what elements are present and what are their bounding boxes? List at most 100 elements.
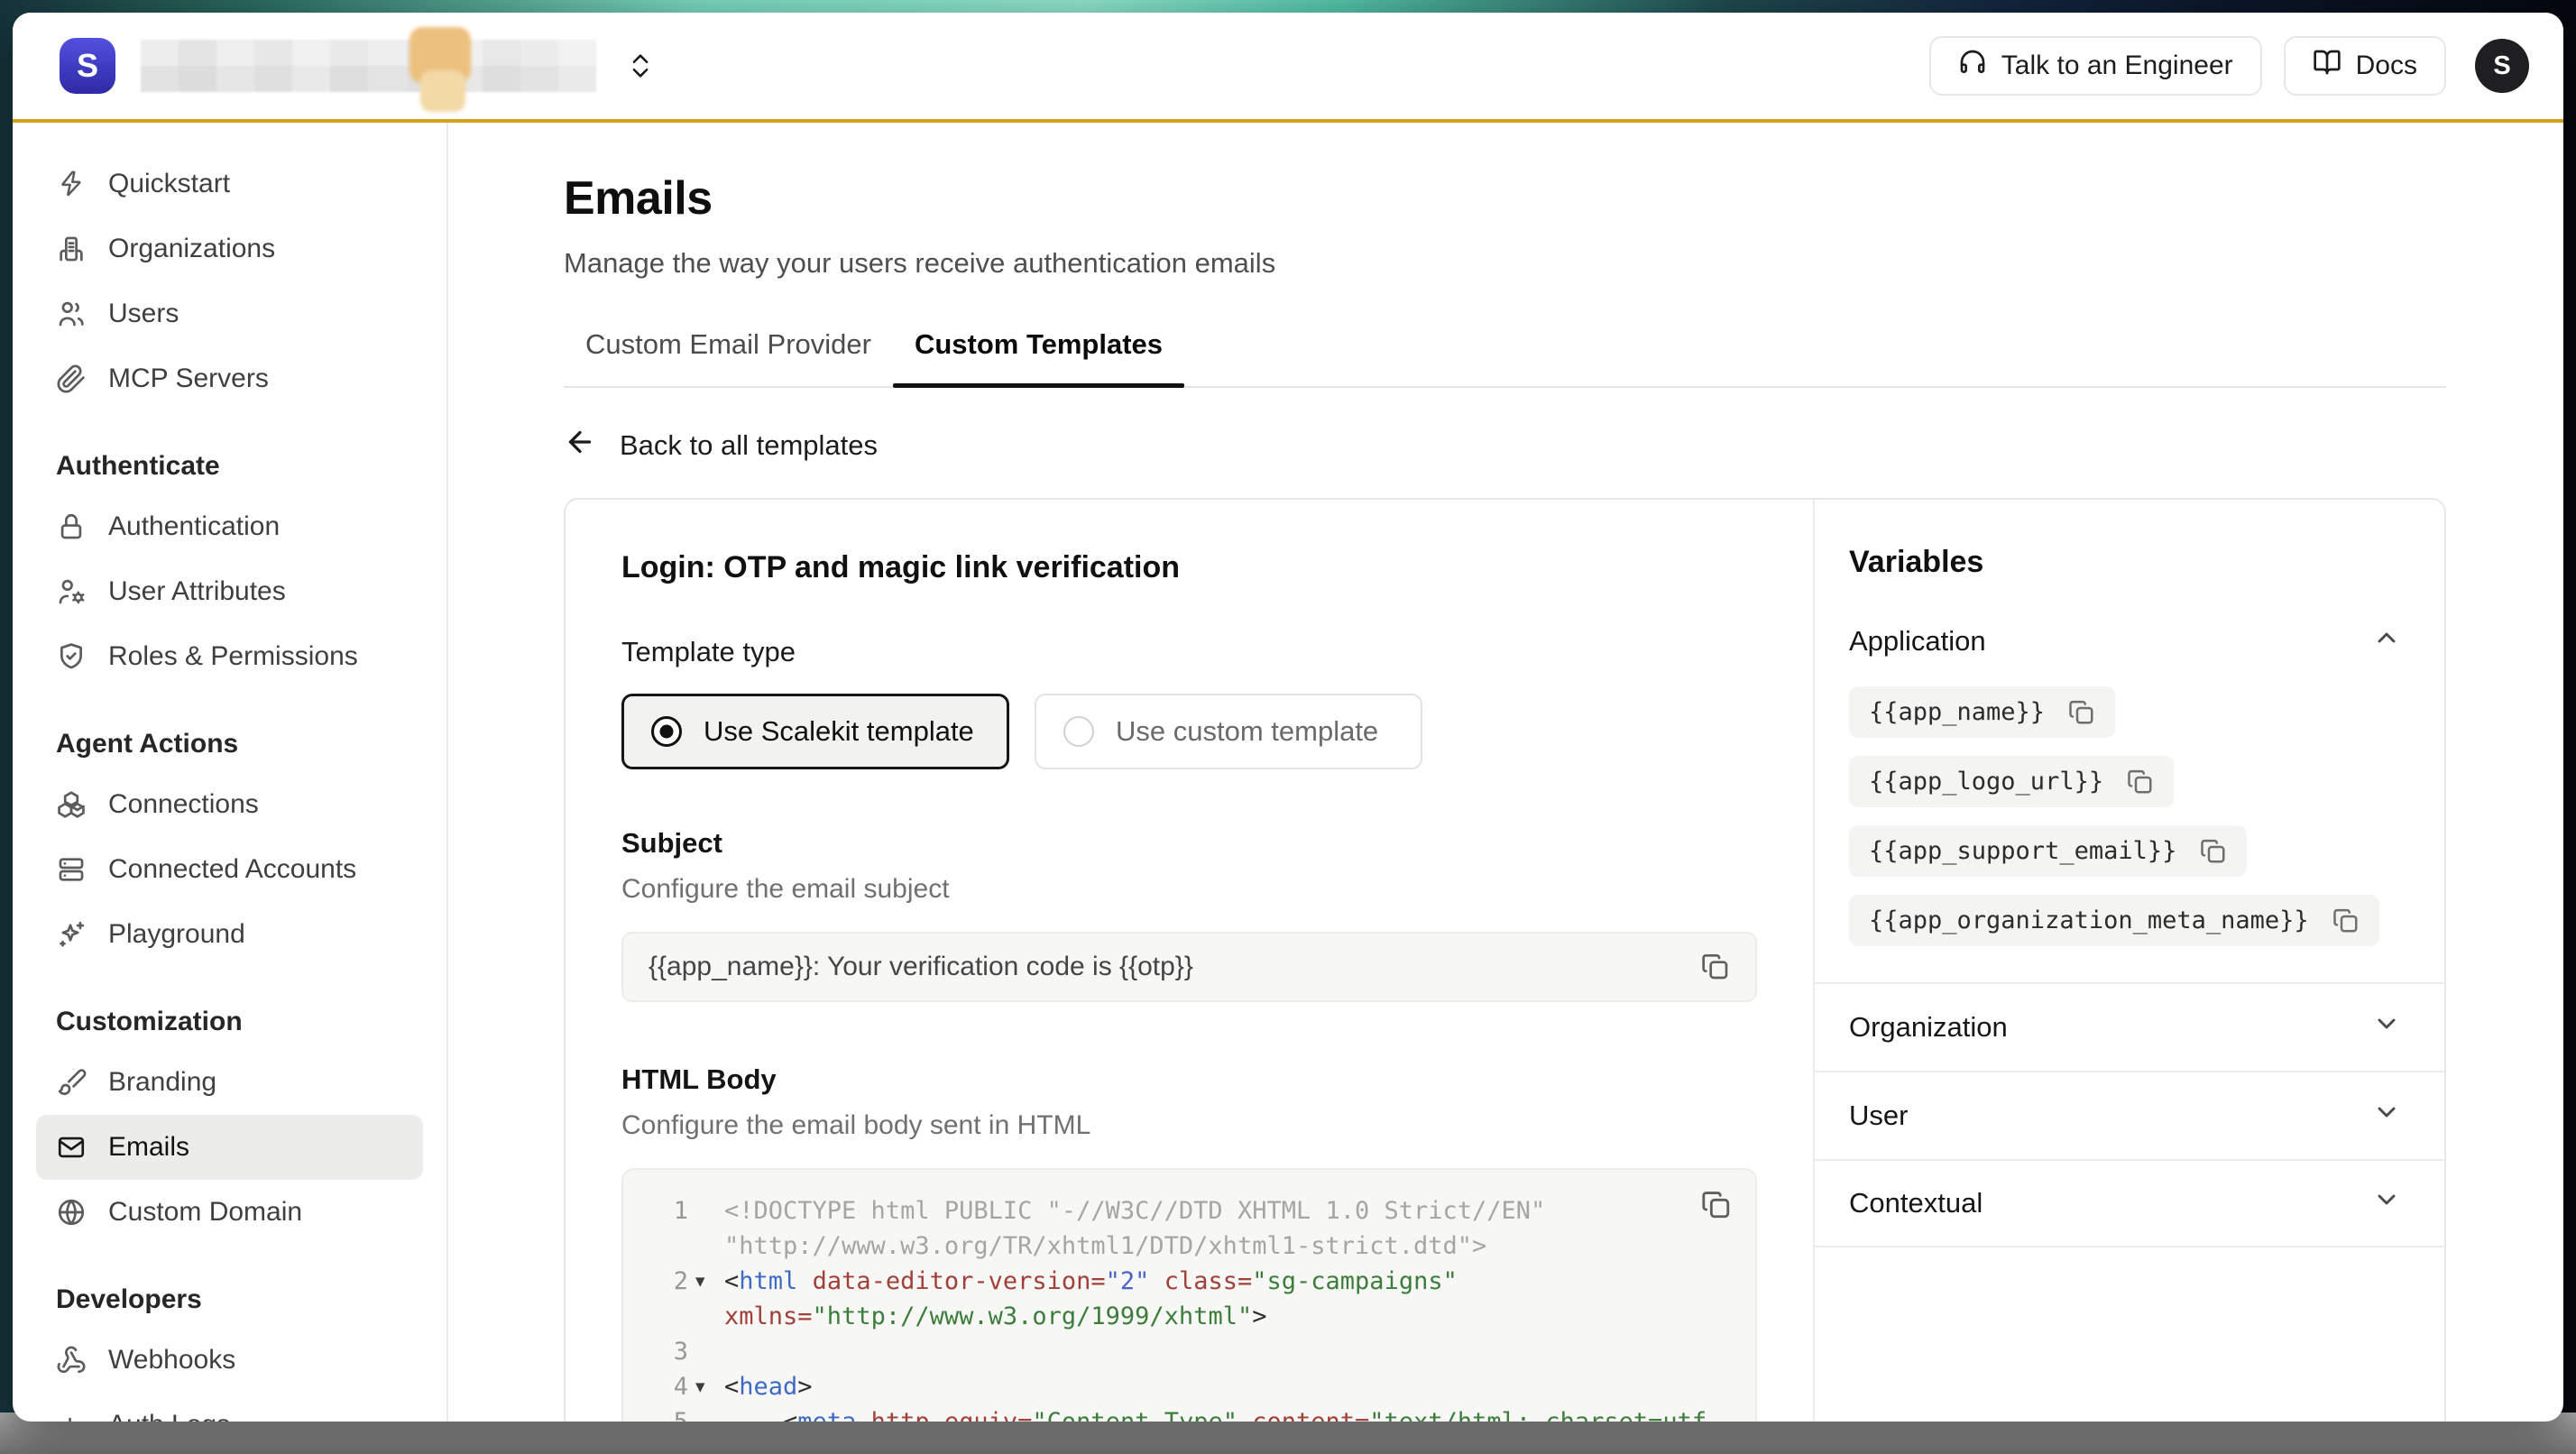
arrow-left-icon <box>564 426 596 465</box>
globe-icon <box>56 1197 87 1228</box>
sidebar-item-label: Custom Domain <box>108 1197 302 1228</box>
radio-use-custom-template[interactable]: Use custom template <box>1035 694 1422 769</box>
webhook-icon <box>56 1345 87 1376</box>
page-subtitle: Manage the way your users receive authen… <box>564 247 2446 280</box>
variable-copy-button[interactable] <box>2068 699 2095 726</box>
template-title: Login: OTP and magic link verification <box>621 550 1757 585</box>
tab-custom-email-provider[interactable]: Custom Email Provider <box>564 328 893 386</box>
sparkles-icon <box>56 919 87 950</box>
accordion-user[interactable]: User <box>1815 1071 2444 1159</box>
sidebar-item-label: Authentication <box>108 511 280 542</box>
html-body-label: HTML Body <box>621 1063 1757 1096</box>
template-type-label: Template type <box>621 636 1757 668</box>
sidebar-item-label: Connected Accounts <box>108 854 356 885</box>
top-actions: Talk to an Engineer Docs S <box>1929 36 2529 96</box>
radio-unselected-icon <box>1063 716 1094 747</box>
radio-selected-icon <box>651 716 682 747</box>
variable-chip: {{app_organization_meta_name}} <box>1849 895 2379 946</box>
variable-name: {{app_logo_url}} <box>1869 768 2103 796</box>
user-avatar[interactable]: S <box>2475 39 2529 93</box>
variable-name: {{app_organization_meta_name}} <box>1869 906 2309 934</box>
chevron-down-icon <box>2372 1098 2401 1134</box>
subject-description: Configure the email subject <box>621 874 1757 905</box>
template-type-options: Use Scalekit template Use custom templat… <box>621 694 1757 769</box>
sidebar-item-label: MCP Servers <box>108 364 269 394</box>
talk-to-engineer-button[interactable]: Talk to an Engineer <box>1929 36 2262 96</box>
building-icon <box>56 234 87 264</box>
line-number: 2 <box>650 1264 688 1299</box>
subject-label: Subject <box>621 827 1757 860</box>
sidebar-section-authenticate: Authenticate <box>36 438 423 494</box>
org-switcher[interactable] <box>141 40 656 92</box>
sidebar-item-authentication[interactable]: Authentication <box>36 494 423 559</box>
sidebar-item-user-attributes[interactable]: User Attributes <box>36 559 423 624</box>
sidebar-item-connections[interactable]: Connections <box>36 772 423 837</box>
radio-use-scalekit-template[interactable]: Use Scalekit template <box>621 694 1009 769</box>
line-number: 3 <box>650 1334 688 1369</box>
chevron-down-icon <box>2372 1185 2401 1221</box>
code-line-5: 5 <meta http-equiv="Content-Type" conten… <box>650 1404 1728 1422</box>
accordion-contextual[interactable]: Contextual <box>1815 1159 2444 1247</box>
accordion-organization[interactable]: Organization <box>1815 982 2444 1071</box>
docs-button[interactable]: Docs <box>2284 36 2446 96</box>
sidebar-item-quickstart[interactable]: Quickstart <box>36 152 423 216</box>
fold-caret-icon[interactable]: ▾ <box>688 1264 721 1299</box>
sidebar: QuickstartOrganizationsUsers MCP Servers A… <box>13 123 448 1422</box>
code-text[interactable]: <meta http-equiv="Content-Type" content=… <box>721 1404 1728 1422</box>
subject-input[interactable] <box>649 952 1701 982</box>
sidebar-item-label: User Attributes <box>108 576 286 607</box>
fold-caret-icon[interactable]: ▾ <box>688 1369 721 1404</box>
chevrons-up-down-icon[interactable] <box>625 51 656 81</box>
app-logo: S <box>60 38 115 94</box>
sidebar-item-label: Auth Logs <box>108 1410 230 1422</box>
code-text[interactable] <box>721 1334 1728 1369</box>
accordion-application[interactable]: Application <box>1849 623 2401 659</box>
book-open-icon <box>2313 48 2341 84</box>
sidebar-item-custom-domain[interactable]: Custom Domain <box>36 1180 423 1245</box>
sidebar-item-playground[interactable]: Playground <box>36 902 423 967</box>
sidebar-item-branding[interactable]: Branding <box>36 1050 423 1115</box>
variable-copy-button[interactable] <box>2127 768 2154 796</box>
sidebar-item-label: Emails <box>108 1132 189 1163</box>
code-text[interactable]: <html data-editor-version="2" class="sg-… <box>721 1264 1728 1334</box>
template-form: Login: OTP and magic link verification T… <box>566 500 1813 1422</box>
page-title: Emails <box>564 171 2446 225</box>
paperclip-icon <box>56 364 87 394</box>
sidebar-item-webhooks[interactable]: Webhooks <box>36 1328 423 1393</box>
editor-copy-button[interactable] <box>1701 1190 1732 1220</box>
sidebar-item-auth-logs[interactable]: Auth Logs <box>36 1393 423 1422</box>
code-line-3: 3 <box>650 1334 1728 1369</box>
variables-panel: Variables Application {{app_name}}{{app_… <box>1813 500 2444 1422</box>
main-content: Emails Manage the way your users receive… <box>448 123 2563 1422</box>
mail-icon <box>56 1132 87 1163</box>
sidebar-item-connected-accounts[interactable]: Connected Accounts <box>36 837 423 902</box>
sidebar-item-organizations[interactable]: Organizations <box>36 216 423 281</box>
sidebar-item-roles-permissions[interactable]: Roles & Permissions <box>36 624 423 689</box>
redacted-org-name <box>141 40 596 92</box>
sidebar-item-emails[interactable]: Emails <box>36 1115 423 1180</box>
variable-copy-button[interactable] <box>2200 838 2227 865</box>
shield-check-icon <box>56 641 87 672</box>
sidebar-item-mcp-servers[interactable]: MCP Servers <box>36 346 423 411</box>
back-to-templates-link[interactable]: Back to all templates <box>564 426 878 465</box>
user-gear-icon <box>56 576 87 607</box>
sidebar-item-label: Connections <box>108 789 259 820</box>
tab-custom-templates[interactable]: Custom Templates <box>893 328 1184 386</box>
sidebar-item-users[interactable]: Users <box>36 281 423 346</box>
line-number: 5 <box>650 1404 688 1422</box>
variable-chip: {{app_name}} <box>1849 686 2115 738</box>
code-text[interactable]: <!DOCTYPE html PUBLIC "-//W3C//DTD XHTML… <box>721 1193 1728 1264</box>
html-body-editor[interactable]: 1<!DOCTYPE html PUBLIC "-//W3C//DTD XHTM… <box>621 1168 1757 1422</box>
variable-copy-button[interactable] <box>2332 907 2360 934</box>
sidebar-item-label: Branding <box>108 1067 216 1098</box>
zap-icon <box>56 169 87 199</box>
headphones-icon <box>1958 48 1987 84</box>
variable-chip-row: {{app_support_email}} <box>1849 825 2401 877</box>
code-line-4: 4▾<head> <box>650 1369 1728 1404</box>
subject-copy-button[interactable] <box>1701 952 1730 981</box>
line-number: 4 <box>650 1369 688 1404</box>
subject-field <box>621 932 1757 1002</box>
variable-chip-row: {{app_organization_meta_name}} <box>1849 895 2401 946</box>
code-text[interactable]: <head> <box>721 1369 1728 1404</box>
sidebar-section-developers: Developers <box>36 1272 423 1328</box>
